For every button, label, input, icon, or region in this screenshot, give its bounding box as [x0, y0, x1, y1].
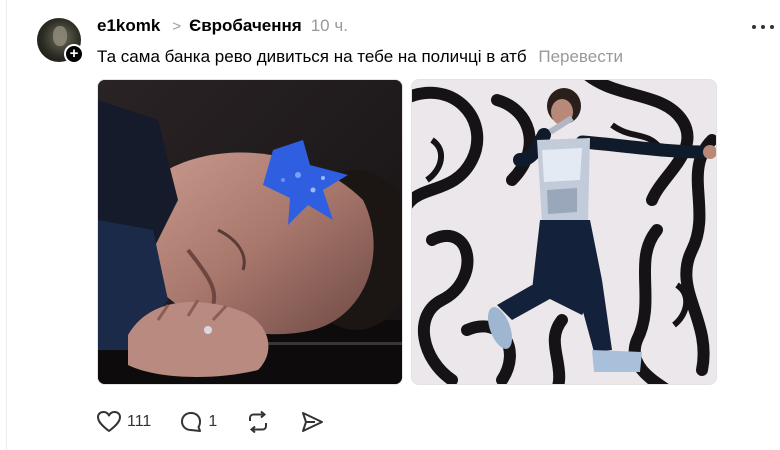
topic-tag[interactable]: Євробачення [189, 16, 302, 36]
reply-count: 1 [208, 413, 218, 430]
post-header: e1komk > Євробачення 10 ч. [97, 14, 348, 38]
performer-stage-photo [412, 80, 716, 384]
translate-link[interactable]: Перевести [538, 47, 623, 66]
performer-closeup-photo [98, 80, 402, 384]
follow-plus-icon[interactable]: + [64, 44, 84, 64]
share-icon [302, 412, 324, 432]
like-button[interactable]: 111 [96, 410, 151, 434]
post-text: Та сама банка рево дивиться на тебе на п… [97, 47, 527, 66]
author-username[interactable]: e1komk [97, 16, 160, 36]
reply-button[interactable]: 1 [179, 410, 217, 434]
repost-button[interactable] [245, 410, 271, 434]
chevron-right-icon: > [172, 17, 182, 35]
repost-icon [249, 410, 268, 434]
post-actions: 111 1 [96, 408, 353, 436]
more-options-icon[interactable] [752, 25, 774, 29]
avatar-photo [53, 26, 67, 46]
post-image-2[interactable] [411, 79, 717, 385]
share-button[interactable] [299, 410, 325, 434]
post-image-1[interactable] [97, 79, 403, 385]
like-count: 111 [127, 413, 152, 430]
feed-left-divider [6, 0, 7, 450]
heart-icon [97, 411, 121, 432]
comment-icon [181, 412, 202, 432]
post-body: Та сама банка рево дивиться на тебе на п… [97, 45, 623, 69]
post-timestamp[interactable]: 10 ч. [311, 16, 348, 36]
